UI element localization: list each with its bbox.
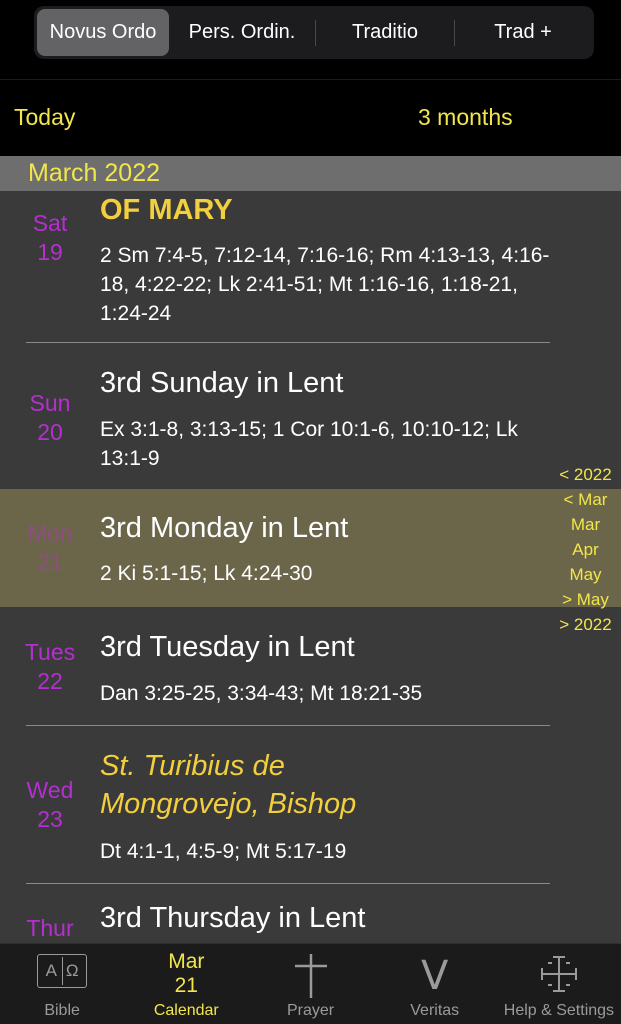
day-number: 20 (37, 419, 63, 445)
day-row[interactable]: Thur 3rd Thursday in Lent (0, 884, 621, 943)
veritas-icon-letter: V (421, 953, 449, 999)
tab-bible[interactable]: AΩ Bible (0, 944, 124, 1024)
day-title: OF MARY (100, 194, 233, 226)
day-title: 3rd Tuesday in Lent (100, 631, 355, 663)
today-button[interactable]: Today (14, 104, 75, 131)
day-number: 23 (37, 806, 63, 832)
day-title: 3rd Sunday in Lent (100, 367, 344, 399)
jump-prev-year[interactable]: < 2022 (550, 462, 621, 487)
segment-pers-ordin[interactable]: Pers. Ordin. (169, 9, 315, 56)
day-row[interactable]: Tues 22 3rd Tuesday in Lent Dan 3:25-25,… (0, 607, 621, 725)
segment-trad-plus[interactable]: Trad + (455, 9, 591, 56)
tab-prayer-label: Prayer (286, 1002, 335, 1019)
jump-next-year[interactable]: > 2022 (550, 612, 621, 637)
day-number: 19 (37, 239, 63, 265)
tab-bar: AΩ Bible Mar 21 Calendar Prayer V Verita… (0, 943, 621, 1024)
month-section-header: March 2022 (0, 156, 621, 191)
calendar-icon-month: Mar (168, 950, 205, 973)
month-header-label: March 2022 (28, 159, 161, 187)
rite-selector-bar: Novus Ordo Pers. Ordin. Traditio Trad + (0, 0, 621, 80)
veritas-v-icon: V (373, 954, 497, 998)
day-readings: 2 Sm 7:4-5, 7:12-14, 7:16-16; Rm 4:13-13… (100, 244, 550, 325)
quick-jump-index: < 2022 < Mar Mar Apr May > May > 2022 (550, 462, 621, 637)
calendar-icon-day: 21 (174, 974, 198, 997)
day-weekday: Mon (27, 520, 73, 546)
day-weekday: Tues (24, 639, 76, 665)
alpha-omega-book-icon: AΩ (0, 954, 124, 988)
day-title: St. Turibius de Mongrovejo, Bishop (100, 750, 357, 820)
tab-veritas[interactable]: V Veritas (373, 944, 497, 1024)
tab-calendar-label: Calendar (153, 1002, 219, 1019)
day-readings: Dan 3:25-25, 3:34-43; Mt 18:21-35 (100, 682, 423, 705)
day-weekday: Thur (26, 915, 74, 941)
tab-bible-label: Bible (44, 1002, 80, 1019)
segment-novus-ordo[interactable]: Novus Ordo (37, 9, 169, 56)
day-readings: 2 Ki 5:1-15; Lk 4:24-30 (100, 562, 313, 585)
calendar-icon-date: Mar 21 (124, 950, 248, 998)
day-row[interactable]: Wed 23 St. Turibius de Mongrovejo, Bisho… (0, 726, 621, 883)
day-row[interactable]: Sat 19 OF MARY 2 Sm 7:4-5, 7:12-14, 7:16… (0, 191, 621, 342)
day-row[interactable]: Sun 20 3rd Sunday in Lent Ex 3:1-8, 3:13… (0, 343, 621, 489)
tab-prayer[interactable]: Prayer (248, 944, 372, 1024)
day-number: 21 (37, 549, 63, 575)
range-button[interactable]: 3 months (418, 104, 513, 131)
tab-veritas-label: Veritas (410, 1002, 460, 1019)
cross-icon (248, 954, 372, 998)
day-weekday: Sat (32, 210, 68, 236)
jerusalem-cross-icon (497, 954, 621, 994)
day-title: 3rd Thursday in Lent (100, 902, 366, 934)
tab-help-settings[interactable]: Help & Settings (497, 944, 621, 1024)
calendar-toolbar: Today 3 months (0, 80, 621, 156)
day-list[interactable]: Sat 19 OF MARY 2 Sm 7:4-5, 7:12-14, 7:16… (0, 191, 621, 943)
jump-month-mar[interactable]: Mar (550, 512, 621, 537)
jump-next-month[interactable]: > May (550, 587, 621, 612)
tab-calendar[interactable]: Mar 21 Calendar (124, 944, 248, 1024)
segment-traditio[interactable]: Traditio (316, 9, 454, 56)
rite-segmented-control: Novus Ordo Pers. Ordin. Traditio Trad + (34, 6, 594, 59)
day-row-selected[interactable]: Mon 21 3rd Monday in Lent 2 Ki 5:1-15; L… (0, 489, 621, 607)
day-weekday: Sun (29, 390, 71, 416)
day-readings: Ex 3:1-8, 3:13-15; 1 Cor 10:1-6, 10:10-1… (100, 418, 518, 470)
day-title: 3rd Monday in Lent (100, 512, 349, 544)
day-readings: Dt 4:1-1, 4:5-9; Mt 5:17-19 (100, 840, 347, 863)
jump-prev-month[interactable]: < Mar (550, 487, 621, 512)
jump-month-may[interactable]: May (550, 562, 621, 587)
jump-month-apr[interactable]: Apr (550, 537, 621, 562)
day-number: 22 (37, 668, 63, 694)
day-weekday: Wed (26, 777, 74, 803)
tab-help-settings-label: Help & Settings (503, 1002, 615, 1019)
